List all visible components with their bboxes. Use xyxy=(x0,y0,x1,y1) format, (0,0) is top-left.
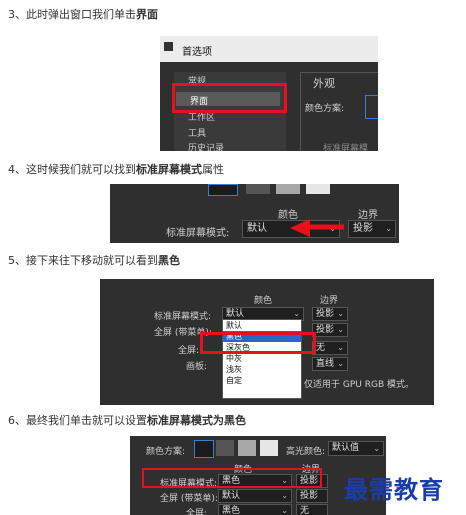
highlight-standard-row xyxy=(142,468,322,488)
color-scheme-label: 颜色方案: xyxy=(146,447,186,457)
color-scheme-label: 颜色方案: xyxy=(305,104,345,114)
highlight-color-label: 高光颜色: xyxy=(286,447,326,457)
gpu-note: 仅适用于 GPU RGB 模式。 xyxy=(304,380,414,390)
border-select-fullscreen[interactable]: 无 xyxy=(296,504,328,515)
chevron-down-icon: ⌄ xyxy=(281,491,288,500)
swatch-black[interactable] xyxy=(194,440,214,458)
swatch-light-gray[interactable] xyxy=(306,184,330,194)
column-color: 颜色 xyxy=(254,296,273,306)
swatch-mid-gray[interactable] xyxy=(276,184,300,194)
chevron-down-icon: ⌄ xyxy=(337,359,344,368)
chevron-down-icon: ⌄ xyxy=(373,444,380,453)
row-label-fullscreen: 全屏: xyxy=(186,509,208,515)
arrow-pointer-icon xyxy=(290,219,344,237)
column-border: 边界 xyxy=(358,210,378,221)
appearance-panel: 外观 颜色方案: 标准屏幕模 xyxy=(300,72,378,151)
chevron-down-icon: ⌄ xyxy=(281,506,288,515)
row-label-fullscreen-menu: 全屏 (带菜单): xyxy=(160,494,218,504)
row-label-standard: 标准屏幕模式: xyxy=(154,312,212,322)
chevron-down-icon: ⌄ xyxy=(337,309,344,318)
fullscreen-menu-select[interactable]: 默认 ⌄ xyxy=(218,489,292,503)
swatch-light-gray[interactable] xyxy=(260,440,278,456)
row-label-fullscreen: 全屏: xyxy=(178,346,200,356)
chevron-down-icon: ⌄ xyxy=(337,343,344,352)
dialog-title: 首选项 xyxy=(182,47,212,58)
option-medium-gray[interactable]: 中灰 xyxy=(223,353,301,364)
appearance-heading: 外观 xyxy=(313,77,335,90)
color-swatch[interactable] xyxy=(365,95,378,119)
step-3-caption: 3、此时弹出窗口我们单击界面 xyxy=(8,8,158,21)
swatch-black[interactable] xyxy=(208,184,238,196)
option-default[interactable]: 默认 xyxy=(223,320,301,331)
step-4-caption: 4、这时候我们就可以找到标准屏幕模式属性 xyxy=(8,163,224,176)
border-select-fullscreen[interactable]: 无 ⌄ xyxy=(312,341,348,355)
standard-screen-mode-label: 标准屏幕模式: xyxy=(166,228,230,239)
border-select-fullscreen-menu[interactable]: 投影 xyxy=(296,489,328,503)
highlight-color-select[interactable]: 默认值 ⌄ xyxy=(328,441,384,456)
option-custom[interactable]: 自定 xyxy=(223,375,301,386)
swatch-mid-gray[interactable] xyxy=(238,440,256,456)
highlight-interface xyxy=(172,83,287,113)
swatch-dark-gray[interactable] xyxy=(246,184,270,194)
screen-mode-dropdown-list: 默认 黑色 深灰色 中灰 浅灰 自定 xyxy=(222,319,302,399)
border-select[interactable]: 投影 ⌄ xyxy=(348,220,396,238)
highlight-black-option xyxy=(200,332,316,354)
chevron-down-icon: ⌄ xyxy=(337,325,344,334)
swatch-dark-gray[interactable] xyxy=(216,440,234,456)
column-border: 边界 xyxy=(320,296,339,306)
standard-screen-label-cut: 标准屏幕模 xyxy=(323,144,369,151)
menu-item-tools[interactable]: 工具 xyxy=(188,126,206,139)
dialog-title-bar: 首选项 xyxy=(160,36,378,62)
border-select-standard[interactable]: 投影 ⌄ xyxy=(312,307,348,321)
border-select-artboard[interactable]: 直线 ⌄ xyxy=(312,357,348,371)
screenshot-screen-mode: 颜色 边界 标准屏幕模式: 默认⌄ 投影⌄ xyxy=(110,184,399,243)
option-light-gray[interactable]: 浅灰 xyxy=(223,364,301,375)
row-label-artboard: 画板: xyxy=(186,362,208,372)
fullscreen-select[interactable]: 黑色 ⌄ xyxy=(218,504,292,515)
screenshot-dropdown: 颜色 边界 标准屏幕模式: 默认 ⌄ 投影 ⌄ 全屏 (带菜单): 投影 ⌄ 全屏: … xyxy=(100,279,434,405)
border-select-fullscreen-menu[interactable]: 投影 ⌄ xyxy=(312,323,348,337)
menu-item-history[interactable]: 历史记录 xyxy=(188,141,224,151)
chevron-down-icon: ⌄ xyxy=(385,224,392,233)
step-5-caption: 5、接下来往下移动就可以看到黑色 xyxy=(8,254,180,267)
screenshot-preferences: 首选项 常规 界面 工作区 工具 历史记录 界面 外观 颜色方案: 标准屏幕模 xyxy=(160,36,378,151)
step-6-caption: 6、最终我们单击就可以设置标准屏幕模式为黑色 xyxy=(8,414,246,427)
watermark-logo: 最需教育 xyxy=(344,475,444,504)
app-icon xyxy=(164,42,173,51)
